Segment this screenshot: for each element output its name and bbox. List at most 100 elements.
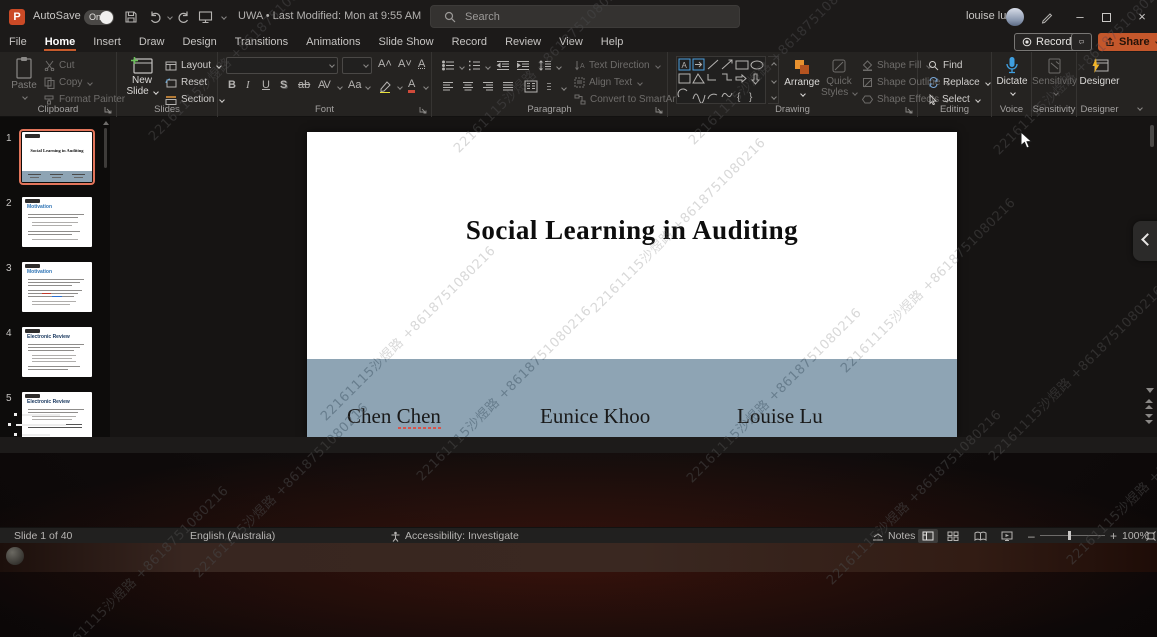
copy-button[interactable]: Copy xyxy=(44,75,94,90)
text-direction-button[interactable]: A Text Direction xyxy=(574,58,661,73)
font-color-button[interactable]: A xyxy=(408,79,416,93)
increase-indent-icon[interactable] xyxy=(516,60,530,71)
tab-help[interactable]: Help xyxy=(592,34,633,51)
cut-button[interactable]: Cut xyxy=(44,58,75,73)
scroll-down-icon[interactable] xyxy=(1146,388,1154,393)
highlight-dropdown-icon[interactable] xyxy=(397,84,403,90)
tab-transitions[interactable]: Transitions xyxy=(226,34,297,51)
highlight-color-icon[interactable] xyxy=(378,80,392,93)
zoom-in-button[interactable]: + xyxy=(1110,529,1117,543)
ribbon-search-box[interactable] xyxy=(430,5,740,28)
tab-slide-show[interactable]: Slide Show xyxy=(370,34,443,51)
columns-icon[interactable] xyxy=(524,80,538,93)
character-spacing-dropdown-icon[interactable] xyxy=(337,84,343,90)
bold-button[interactable]: B xyxy=(228,79,236,91)
maximize-button[interactable] xyxy=(1102,13,1111,22)
thumb-scrollbar[interactable] xyxy=(104,128,107,168)
record-button[interactable]: Record xyxy=(1014,33,1080,51)
slide-indicator[interactable]: Slide 1 of 40 xyxy=(14,529,72,543)
align-center-icon[interactable] xyxy=(462,81,474,92)
tab-animations[interactable]: Animations xyxy=(297,34,369,51)
gallery-up-icon[interactable] xyxy=(771,62,777,68)
find-button[interactable]: Find xyxy=(928,58,962,73)
notes-button[interactable]: Notes xyxy=(888,529,915,543)
minimize-button[interactable]: – xyxy=(1064,0,1096,34)
gallery-down-icon[interactable] xyxy=(771,78,777,84)
tab-design[interactable]: Design xyxy=(173,34,225,51)
layout-button[interactable]: Layout xyxy=(165,58,222,73)
search-input[interactable] xyxy=(465,8,715,25)
tab-review[interactable]: Review xyxy=(496,34,550,51)
dictate-button[interactable]: Dictate xyxy=(994,56,1030,98)
close-button[interactable]: × xyxy=(1126,0,1157,34)
bullets-icon[interactable] xyxy=(442,60,455,71)
quick-styles-button[interactable]: Quick Styles xyxy=(820,56,858,98)
character-spacing-button[interactable]: AV xyxy=(318,79,331,91)
tab-record[interactable]: Record xyxy=(443,34,496,51)
thumbnail-slide-1[interactable]: Social Learning in Auditing xyxy=(19,129,95,185)
drawing-dialog-launcher-icon[interactable] xyxy=(905,106,913,114)
tab-insert[interactable]: Insert xyxy=(84,34,130,51)
author-name[interactable]: Eunice Khoo xyxy=(540,404,650,429)
shrink-font-button[interactable]: A˅ xyxy=(398,58,412,70)
next-slide-icon[interactable] xyxy=(1144,413,1154,425)
decrease-indent-icon[interactable] xyxy=(496,60,510,71)
undo-icon[interactable] xyxy=(149,10,163,24)
language-status[interactable]: English (Australia) xyxy=(190,529,275,543)
document-title[interactable]: UWA • Last Modified: Mon at 9:55 AM xyxy=(238,10,421,22)
line-spacing-dropdown-icon[interactable] xyxy=(556,64,562,70)
sensitivity-button[interactable]: Sensitivity xyxy=(1032,56,1077,98)
shapes-gallery-scroll[interactable] xyxy=(768,56,779,104)
author-name[interactable]: Chen Chen xyxy=(347,404,441,429)
quick-access-dropdown-icon[interactable] xyxy=(221,14,227,20)
slide-sorter-view-icon[interactable] xyxy=(947,531,959,541)
slide-title[interactable]: Social Learning in Auditing xyxy=(307,215,957,246)
clear-formatting-button[interactable]: A xyxy=(418,58,425,70)
change-case-dropdown-icon[interactable] xyxy=(365,84,371,90)
designer-button[interactable]: Designer xyxy=(1077,56,1122,87)
paragraph-dialog-launcher-icon[interactable] xyxy=(655,106,663,114)
thumb-scroll-up-icon[interactable] xyxy=(103,121,109,125)
undo-dropdown-icon[interactable] xyxy=(167,14,173,20)
pen-mode-icon[interactable] xyxy=(1040,10,1054,24)
strikethrough-button[interactable]: ab xyxy=(298,79,310,91)
redo-icon[interactable] xyxy=(176,10,190,24)
paste-button[interactable]: Paste xyxy=(10,56,38,102)
font-color-dropdown-icon[interactable] xyxy=(423,84,429,90)
numbering-dropdown-icon[interactable] xyxy=(485,64,491,70)
align-left-icon[interactable] xyxy=(442,81,454,92)
italic-button[interactable]: I xyxy=(246,79,250,91)
change-case-button[interactable]: Aa xyxy=(348,79,361,91)
fit-to-window-icon[interactable] xyxy=(1146,531,1156,541)
thumbnail-slide-4[interactable]: Electronic Review xyxy=(22,327,92,377)
grow-font-button[interactable]: A˄ xyxy=(378,58,392,70)
reset-button[interactable]: Reset xyxy=(165,75,207,90)
underline-button[interactable]: U xyxy=(262,79,270,91)
vertical-scrollbar-thumb[interactable] xyxy=(1150,125,1154,147)
comments-button[interactable] xyxy=(1071,33,1092,51)
zoom-out-button[interactable]: – xyxy=(1028,529,1035,543)
tab-view[interactable]: View xyxy=(550,34,592,51)
new-slide-button[interactable]: New Slide xyxy=(125,56,159,97)
clipboard-dialog-launcher-icon[interactable] xyxy=(104,106,112,114)
thumbnail-slide-3[interactable]: Motivation xyxy=(22,262,92,312)
tab-draw[interactable]: Draw xyxy=(130,34,174,51)
arrange-button[interactable]: Arrange xyxy=(784,56,820,99)
gallery-more-icon[interactable] xyxy=(771,94,777,100)
share-button[interactable]: Share xyxy=(1098,33,1157,51)
bullets-dropdown-icon[interactable] xyxy=(459,64,465,70)
avatar[interactable] xyxy=(1006,8,1024,26)
expand-panel-button[interactable] xyxy=(1133,221,1157,261)
save-icon[interactable] xyxy=(124,10,138,24)
numbering-icon[interactable] xyxy=(468,60,481,71)
text-shadow-button[interactable]: S xyxy=(280,79,287,91)
font-name-combo[interactable] xyxy=(226,57,338,74)
reading-view-icon[interactable] xyxy=(974,531,987,541)
previous-slide-icon[interactable] xyxy=(1144,398,1154,410)
author-name[interactable]: Louise Lu xyxy=(737,404,823,429)
zoom-level[interactable]: 100% xyxy=(1122,529,1149,543)
align-text-button[interactable]: Align Text xyxy=(574,75,644,90)
user-name[interactable]: louise lu xyxy=(966,10,1006,22)
replace-button[interactable]: Replace xyxy=(928,75,991,90)
shapes-gallery[interactable]: A {} xyxy=(676,56,766,104)
